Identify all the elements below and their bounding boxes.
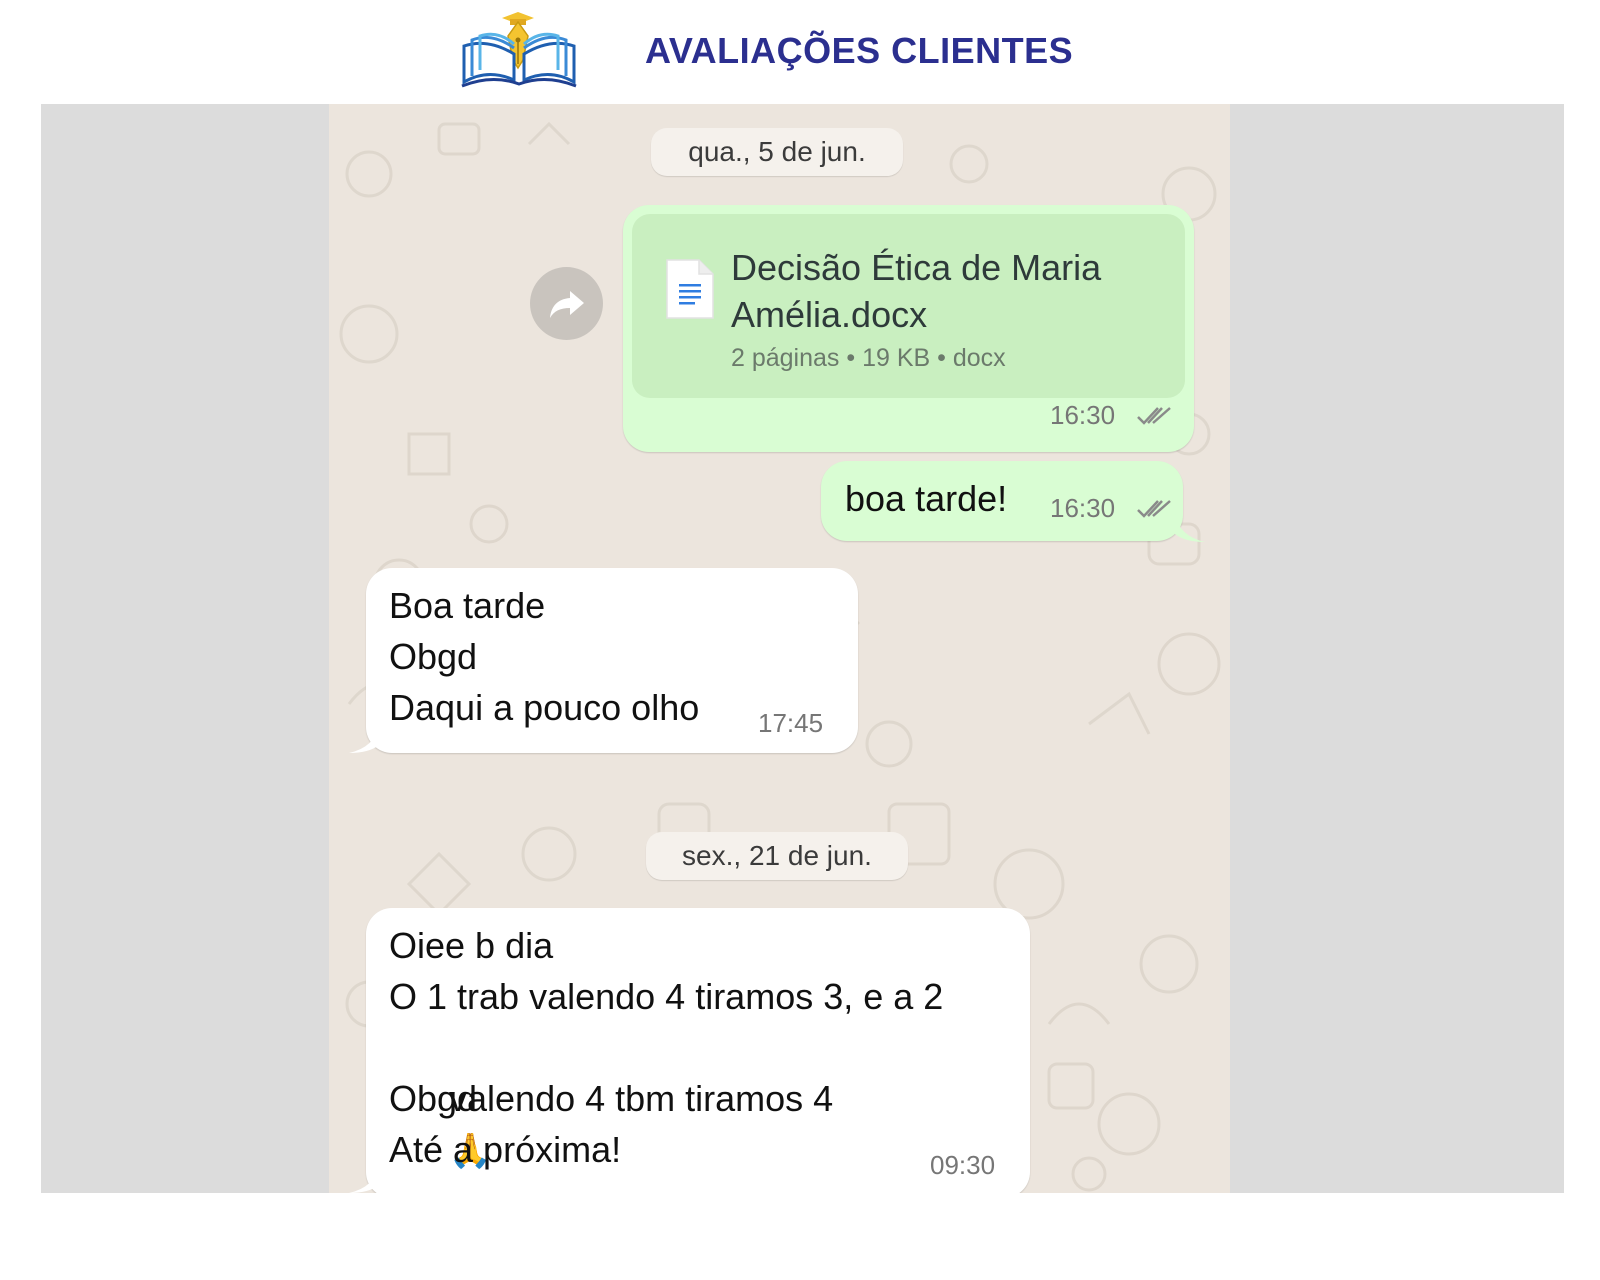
message-line: Até a próxima!: [389, 1129, 622, 1170]
message-time: 16:30: [1050, 400, 1116, 430]
message-text: boa tarde!: [845, 478, 1008, 519]
document-name-line1: Decisão Ética de Maria: [731, 247, 1102, 288]
read-receipt-icon: [1137, 407, 1171, 425]
page-title: AVALIAÇÕES CLIENTES: [645, 30, 1074, 71]
message-line: O 1 trab valendo 4 tiramos 3, e a 2: [389, 976, 944, 1017]
bubble-tail: [349, 725, 379, 753]
message-time: 17:45: [758, 708, 824, 738]
message-line: Obgd: [389, 1078, 478, 1119]
document-name-line2: Amélia.docx: [731, 294, 928, 335]
incoming-message[interactable]: Oiee b dia O 1 trab valendo 4 tiramos 3,…: [366, 908, 1030, 1193]
date-separator: qua., 5 de jun.: [651, 128, 903, 176]
incoming-message[interactable]: Boa tarde Obgd Daqui a pouco olho 17:45: [366, 568, 858, 753]
bubble-tail: [1175, 514, 1205, 542]
date-separator: sex., 21 de jun.: [646, 832, 908, 880]
outgoing-message[interactable]: boa tarde! 16:30: [821, 461, 1183, 541]
message-line-text: valendo 4 tbm tiramos 4: [449, 1078, 834, 1119]
page-header: AVALIAÇÕES CLIENTES: [0, 0, 1600, 104]
message-time: 09:30: [930, 1150, 996, 1180]
message-line: Oiee b dia: [389, 925, 554, 966]
read-receipt-icon: [1137, 500, 1171, 518]
forward-icon: [549, 290, 584, 318]
message-line: Boa tarde: [389, 585, 546, 626]
message-line: Obgd: [389, 636, 478, 677]
document-icon: [666, 259, 714, 319]
message-line: Daqui a pouco olho: [389, 687, 700, 728]
chat-window[interactable]: qua., 5 de jun. Decisão Ética de Maria A…: [329, 104, 1230, 1193]
document-attachment[interactable]: Decisão Ética de Maria Amélia.docx 2 pág…: [632, 214, 1185, 398]
document-meta: 2 páginas • 19 KB • docx: [731, 344, 1006, 372]
message-time: 16:30: [1050, 493, 1116, 523]
forward-button[interactable]: [530, 267, 603, 340]
document-message[interactable]: Decisão Ética de Maria Amélia.docx 2 pág…: [623, 205, 1194, 452]
bubble-tail: [349, 1165, 379, 1193]
open-book-pen-logo: [461, 12, 577, 88]
